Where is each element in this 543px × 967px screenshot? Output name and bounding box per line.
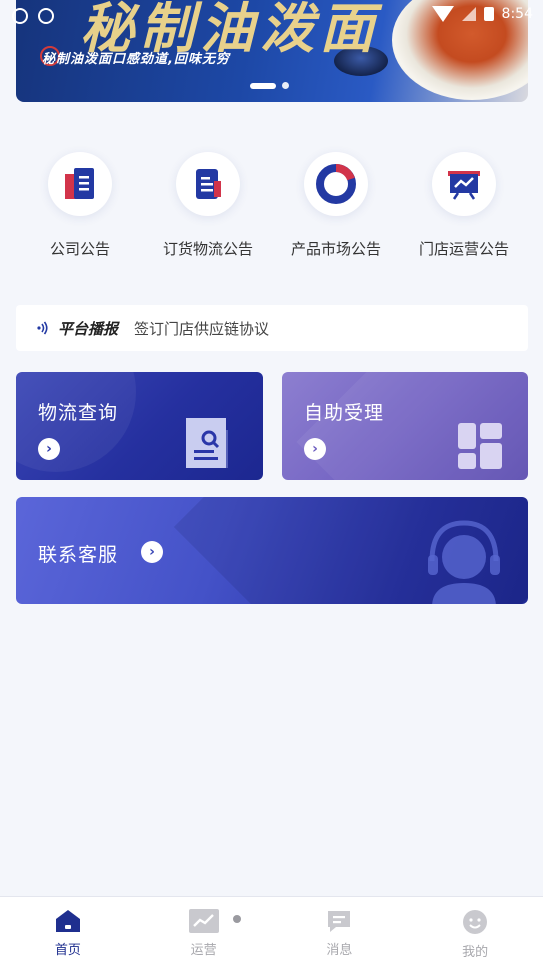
- notification-icon: [12, 8, 28, 24]
- platform-broadcast-bar[interactable]: 平台播报 签订门店供应链协议: [16, 305, 528, 351]
- tab-messages[interactable]: 消息: [272, 897, 408, 967]
- document-search-icon: [186, 418, 228, 468]
- headset-agent-icon: [428, 520, 500, 604]
- tab-label: 运营: [190, 943, 217, 958]
- document-icon: [176, 152, 240, 216]
- tab-operations[interactable]: 运营: [136, 897, 272, 967]
- quick-item-label: 公司公告: [49, 240, 110, 258]
- quick-item-label: 门店运营公告: [418, 240, 509, 258]
- dashboard-grid-icon: [458, 423, 502, 469]
- status-bar: 8:54: [0, 0, 543, 30]
- quick-menu: 公司公告 订货物流公告 产品市场公告 门店运营公告: [16, 152, 528, 272]
- chart-icon: [188, 909, 219, 933]
- pie-chart-icon: [304, 152, 368, 216]
- status-time: 8:54: [501, 6, 533, 22]
- chevron-right-icon[interactable]: ›: [304, 438, 326, 460]
- quick-item-market-notice[interactable]: 产品市场公告: [272, 152, 400, 272]
- building-doc-icon: [48, 152, 112, 216]
- carousel-indicator: [250, 82, 289, 89]
- profile-icon: [463, 910, 488, 934]
- carousel-dot-active: [250, 82, 276, 89]
- notification-dot: [232, 915, 241, 923]
- logistics-query-card[interactable]: 物流查询 ›: [16, 372, 263, 480]
- quick-item-logistics-notice[interactable]: 订货物流公告: [144, 152, 272, 272]
- bottom-tab-bar: 首页 运营 消息 我的: [0, 896, 543, 967]
- broadcast-title: 平台播报: [58, 319, 119, 338]
- chevron-right-icon[interactable]: ›: [141, 541, 163, 563]
- customer-service-card[interactable]: 联系客服 ›: [16, 497, 528, 604]
- broadcast-message[interactable]: 签订门店供应链协议: [134, 318, 269, 339]
- banner-tagline: 秘制油泼面口感劲道,回味无穷: [42, 52, 230, 67]
- card-title: 联系客服: [38, 544, 119, 566]
- quick-item-label: 订货物流公告: [162, 240, 253, 258]
- signal-icon: [461, 7, 476, 21]
- wifi-icon: [431, 6, 454, 22]
- tab-home[interactable]: 首页: [0, 897, 136, 967]
- self-service-card[interactable]: 自助受理 ›: [282, 372, 528, 480]
- tab-label: 首页: [54, 943, 81, 958]
- tab-profile[interactable]: 我的: [407, 897, 543, 967]
- message-icon: [328, 911, 351, 932]
- carousel-dot: [282, 82, 289, 89]
- quick-item-label: 产品市场公告: [290, 240, 381, 258]
- notification-icon: [38, 8, 54, 24]
- broadcast-icon: [37, 321, 48, 335]
- tab-label: 我的: [462, 945, 489, 960]
- presentation-chart-icon: [432, 152, 496, 216]
- tab-label: 消息: [326, 943, 353, 958]
- home-icon: [55, 910, 80, 932]
- card-title: 自助受理: [304, 402, 385, 424]
- quick-item-store-notice[interactable]: 门店运营公告: [400, 152, 528, 272]
- quick-item-company-notice[interactable]: 公司公告: [16, 152, 144, 272]
- card-title: 物流查询: [38, 402, 119, 424]
- battery-icon: [483, 7, 494, 21]
- chevron-right-icon[interactable]: ›: [38, 438, 60, 460]
